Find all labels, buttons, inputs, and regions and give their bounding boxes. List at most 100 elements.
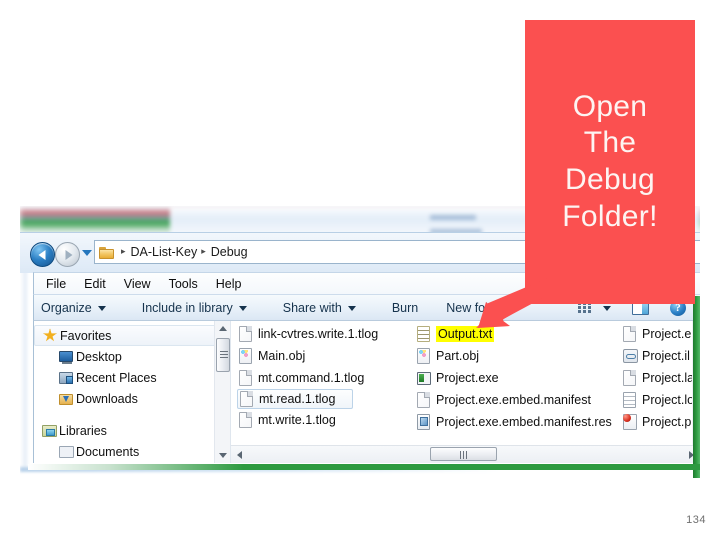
chevron-down-icon [97,306,106,311]
green-highlight-border-bottom [28,464,700,470]
sidebar-item-favorites[interactable]: Favorites [34,325,226,346]
text-file-icon [417,326,436,342]
chevron-down-icon [603,306,611,311]
libraries-icon [42,424,59,437]
folder-icon [99,246,114,259]
scroll-left-arrow-icon[interactable] [231,446,248,463]
list-item[interactable]: mt.command.1.tlog [237,367,409,389]
toolbar-share-with[interactable]: Share with [276,295,363,320]
menu-item-help[interactable]: Help [216,277,242,291]
navigation-pane-scrollbar[interactable] [214,321,230,463]
breadcrumb-item-2[interactable]: Debug [211,245,248,259]
list-item[interactable]: Project.exe.embed.manifest [415,389,615,411]
scrollbar-track[interactable] [248,446,683,463]
green-highlight-border-right [693,296,700,478]
breadcrumb-item-1[interactable]: DA-List-Key [131,245,198,259]
list-item-selected[interactable]: mt.read.1.tlog [237,389,353,409]
toolbar-share-with-label: Share with [282,300,342,315]
file-name: Project.la [642,371,695,385]
sidebar-item-label: Recent Places [76,370,157,385]
list-item[interactable]: Part.obj [415,345,615,367]
file-list-columns: link-cvtres.write.1.tlog Main.obj mt.com… [231,323,700,445]
window-left-glow [20,266,29,468]
scrollbar-thumb[interactable] [430,447,497,461]
sidebar-item-libraries[interactable]: Libraries [34,420,230,441]
file-column-3: Project.e Project.il Project.la Project.… [615,323,700,445]
sidebar-item-desktop[interactable]: Desktop [34,346,230,367]
scrollbar-thumb[interactable] [216,338,230,372]
list-item[interactable]: Project.p [621,411,700,433]
file-name: Project.il [642,349,690,363]
breadcrumb-separator: ▸ [201,245,206,256]
toolbar-burn[interactable]: Burn [385,295,425,320]
menu-item-file[interactable]: File [46,277,66,291]
publish-file-icon [623,414,642,430]
scroll-down-arrow-icon[interactable] [215,448,230,463]
toolbar-organize-label: Organize [41,300,92,315]
sidebar-item-label: Downloads [76,391,138,406]
sidebar-item-label: Documents [76,444,140,459]
menu-item-view[interactable]: View [124,277,151,291]
back-button[interactable] [30,242,55,267]
generic-file-icon [417,392,436,408]
chevron-down-icon [238,306,247,311]
resource-file-icon [417,414,436,430]
explorer-content: Favorites Desktop Recent Places Download… [33,321,700,463]
file-name: link-cvtres.write.1.tlog [258,327,379,341]
sidebar-item-documents[interactable]: Documents [34,441,230,462]
generic-file-icon [239,370,258,386]
callout-box: Open The Debug Folder! [525,20,695,304]
scroll-up-arrow-icon[interactable] [215,321,230,336]
list-item[interactable]: Project.exe [415,367,615,389]
toolbar-include-in-library[interactable]: Include in library [135,295,254,320]
file-list-horizontal-scrollbar[interactable] [231,445,700,463]
list-item[interactable]: mt.write.1.tlog [237,409,409,431]
forward-button[interactable] [55,242,80,267]
callout-line-3: Debug [565,163,655,196]
callout-line-4: Folder! [562,199,658,233]
toolbar-burn-label: Burn [391,300,419,315]
sidebar-item-label: Libraries [59,423,107,438]
file-name: Project.exe.embed.manifest.res [436,415,612,429]
menu-item-tools[interactable]: Tools [169,277,198,291]
desktop-icon [59,351,76,364]
list-item[interactable]: Project.il [621,345,700,367]
forward-arrow-icon [65,249,72,260]
file-name: Main.obj [258,349,306,363]
file-list-pane: link-cvtres.write.1.tlog Main.obj mt.com… [230,321,700,463]
toolbar-include-in-library-label: Include in library [141,300,233,315]
file-name: mt.read.1.tlog [259,392,336,406]
downloads-icon [59,393,76,405]
back-arrow-icon [38,249,45,260]
list-item[interactable]: Project.e [621,323,700,345]
list-item[interactable]: link-cvtres.write.1.tlog [237,323,409,345]
sidebar-item-recent-places[interactable]: Recent Places [34,367,230,388]
object-file-icon [417,348,436,364]
toolbar-organize[interactable]: Organize [34,295,113,320]
list-item[interactable]: Project.exe.embed.manifest.res [415,411,615,433]
recent-pages-icon[interactable] [82,250,92,256]
page-number: 134 [686,514,706,526]
star-icon [43,328,60,343]
callout-line-1: Open [572,89,648,123]
sidebar-item-label: Favorites [60,328,112,343]
sidebar-item-downloads[interactable]: Downloads [34,388,230,409]
generic-file-icon [239,326,258,342]
file-name: mt.write.1.tlog [258,413,336,427]
documents-icon [59,445,76,458]
list-item[interactable]: Project.lo [621,389,700,411]
file-name: Part.obj [436,349,480,363]
list-item[interactable]: Project.la [621,367,700,389]
callout-arrow-icon [476,278,550,328]
list-item[interactable]: Main.obj [237,345,409,367]
menu-item-edit[interactable]: Edit [84,277,106,291]
file-name: Project.e [642,327,692,341]
callout-text: Open The Debug Folder! [562,89,657,235]
generic-file-icon [623,326,642,342]
file-name: Output.txt [436,326,495,342]
file-column-1: link-cvtres.write.1.tlog Main.obj mt.com… [231,323,409,445]
navigation-pane: Favorites Desktop Recent Places Download… [34,321,230,463]
link-file-icon [623,349,642,363]
breadcrumb-separator: ▸ [121,245,126,256]
